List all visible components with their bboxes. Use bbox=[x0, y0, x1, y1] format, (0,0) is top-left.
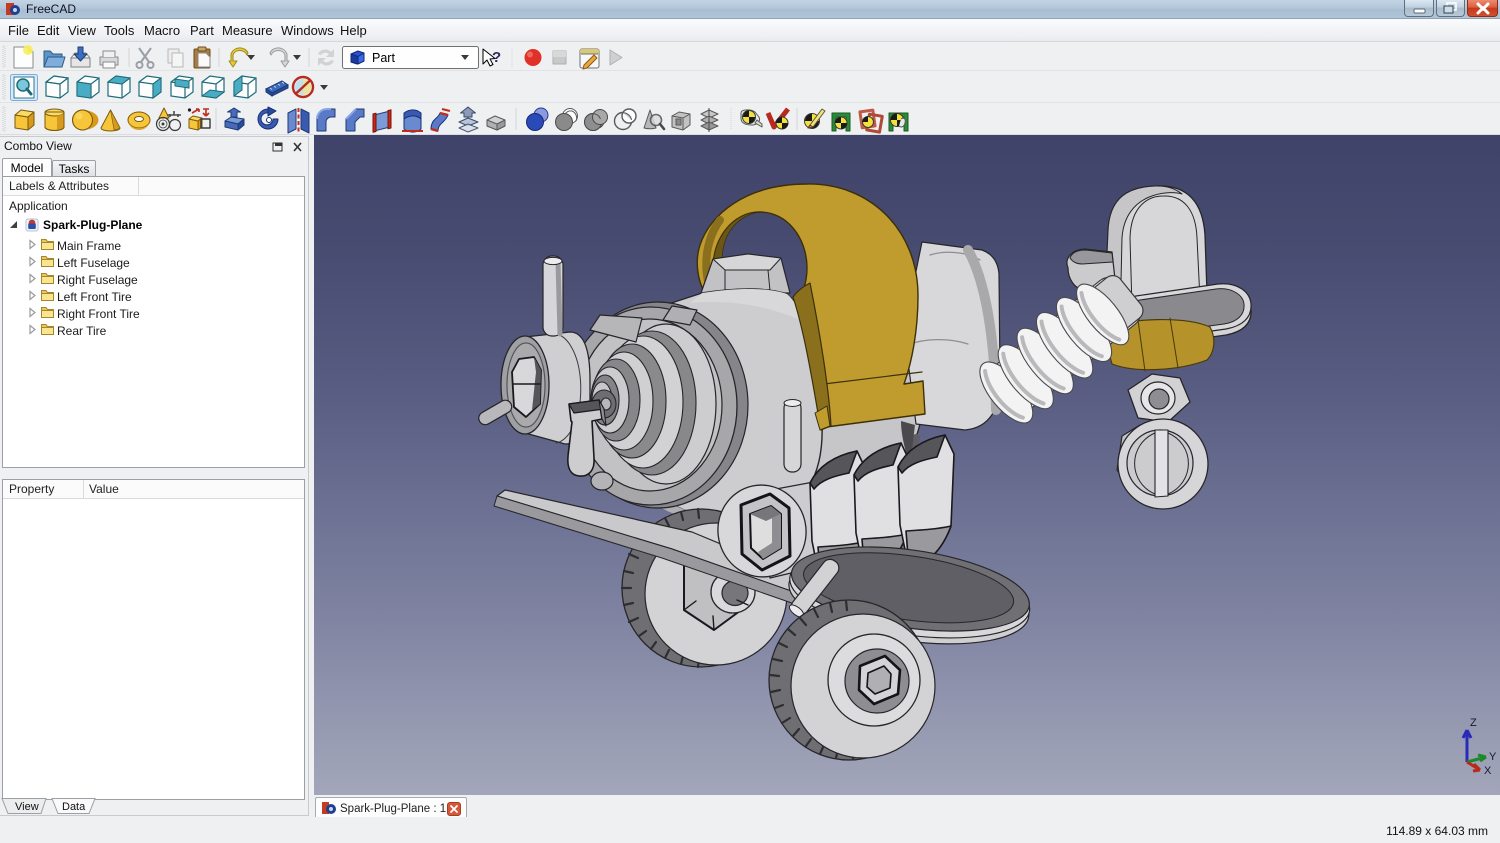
svg-text:View: View bbox=[15, 801, 39, 813]
svg-text:Data: Data bbox=[62, 801, 86, 813]
svg-text:Part: Part bbox=[372, 51, 395, 65]
svg-text:X: X bbox=[1484, 765, 1492, 776]
svg-text:Z: Z bbox=[1470, 717, 1477, 729]
svg-text:?: ? bbox=[492, 49, 501, 66]
svg-text:Y: Y bbox=[1489, 751, 1497, 763]
